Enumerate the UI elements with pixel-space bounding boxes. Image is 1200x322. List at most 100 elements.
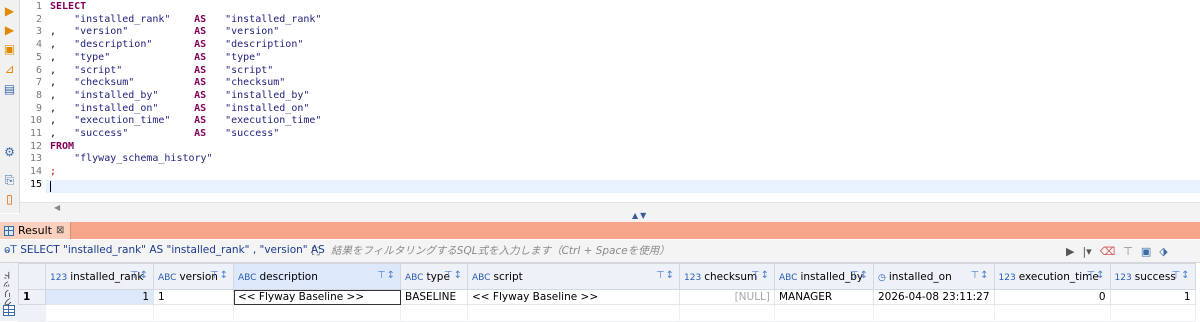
empty-cell: [873, 304, 995, 322]
table-cell[interactable]: << Flyway Baseline >>: [233, 289, 401, 305]
code-token: ,: [50, 77, 75, 89]
scroll-left-icon[interactable]: ◀: [54, 203, 60, 212]
settings-icon[interactable]: ⚙: [3, 146, 16, 159]
sort-filter-icon[interactable]: ⊤↕: [210, 270, 229, 281]
line-number: 6: [35, 64, 42, 76]
save-filter-icon[interactable]: ▣: [1141, 245, 1151, 258]
line-number: 10: [29, 115, 42, 127]
column-type-icon: 123: [684, 272, 702, 283]
code-line: , "installed_on" AS "installed_on": [50, 103, 309, 116]
column-type-icon: ABC: [238, 272, 257, 283]
column-alias: "success": [225, 128, 280, 139]
column-header-execution-time[interactable]: 123 execution_time ⊤↕: [993, 263, 1111, 290]
column-header-success[interactable]: 123 success ⊤↕: [1109, 263, 1196, 290]
code-line: "installed_rank" AS "installed_rank": [50, 14, 321, 27]
close-icon[interactable]: ⊠: [56, 225, 64, 236]
splitter-toggle-icon[interactable]: ▲▼: [632, 211, 648, 220]
query-text[interactable]: ⱺT SELECT "installed_rank" AS "installed…: [4, 244, 376, 256]
column-header-installed-by[interactable]: ABC installed_by ⊤↕: [774, 263, 874, 290]
grid-view-icon[interactable]: [3, 305, 15, 316]
table-cell[interactable]: << Flyway Baseline >>: [467, 289, 680, 305]
table-row[interactable]: 1 1 1 << Flyway Baseline >> BASELINE << Flywa…: [18, 289, 1196, 305]
table-corner[interactable]: [18, 263, 46, 290]
table-cell[interactable]: 1: [1109, 289, 1196, 305]
erase-filter-icon[interactable]: ⌫: [1100, 245, 1116, 258]
table-cell[interactable]: MANAGER: [774, 289, 874, 305]
sort-filter-icon[interactable]: ⊤↕: [850, 270, 869, 281]
empty-cell: [400, 304, 468, 322]
sql-editor[interactable]: 1 2 3 4 5 6 7 8 9 10 11 12 13 14 15 SELECT "installed_…: [20, 0, 1200, 200]
sort-filter-icon[interactable]: ⊤↕: [656, 270, 675, 281]
line-number: 7: [35, 77, 42, 89]
load-script-icon[interactable]: ▤: [3, 83, 16, 96]
history-dropdown-icon[interactable]: |▾: [1082, 245, 1091, 258]
code-token: ,: [50, 115, 75, 127]
column-header-script[interactable]: ABC script ⊤↕: [467, 263, 680, 290]
empty-cell: [45, 304, 154, 322]
column-alias: "installed_by": [225, 89, 310, 101]
code-line: ;: [50, 166, 56, 179]
column-header-label: success: [1134, 270, 1176, 283]
import-icon[interactable]: ▯: [3, 193, 16, 206]
table-cell[interactable]: 1: [153, 289, 234, 305]
column-type-icon: 123: [998, 272, 1016, 283]
sort-filter-icon[interactable]: ⊤↕: [1086, 270, 1105, 281]
table-cell[interactable]: 2026-04-08 23:11:27: [873, 289, 995, 305]
sort-filter-icon[interactable]: ⊤↕: [1171, 270, 1190, 281]
grid-view-label[interactable]: グリッド: [2, 271, 15, 307]
column-alias: "script": [225, 64, 274, 76]
as-keyword: AS: [194, 89, 207, 101]
line-number: 5: [35, 51, 42, 63]
sort-filter-icon[interactable]: ⊤↕: [970, 270, 989, 281]
code-line: , "success" AS "success": [50, 128, 279, 141]
line-number: 2: [35, 13, 42, 25]
column-header-installed-on[interactable]: ◷ installed_on ⊤↕: [873, 263, 995, 290]
empty-cell: [233, 304, 401, 322]
table-cell[interactable]: 0: [993, 289, 1111, 305]
execute-new-tab-icon[interactable]: ▣: [3, 43, 16, 56]
export-icon[interactable]: ⎘: [3, 174, 16, 187]
execute-statement-icon[interactable]: ▶: [3, 5, 16, 18]
code-token: ,: [50, 128, 75, 139]
sort-filter-icon[interactable]: ⊤↕: [751, 270, 770, 281]
sort-filter-icon[interactable]: ⊤↕: [444, 270, 463, 281]
apply-filter-icon[interactable]: ▶: [1066, 245, 1074, 258]
panel-options-icon[interactable]: ⬗: [1159, 245, 1167, 258]
row-number[interactable]: 1: [18, 289, 46, 305]
panel-splitter[interactable]: ▲▼: [0, 211, 1200, 222]
code-token: ,: [50, 39, 75, 51]
expand-icon[interactable]: ⛶: [312, 245, 320, 259]
filter-input[interactable]: [327, 241, 1062, 260]
column-header-label: installed_on: [888, 270, 952, 283]
filter-bar: ⱺT SELECT "installed_rank" AS "installed…: [0, 240, 1200, 263]
line-number-gutter: 1 2 3 4 5 6 7 8 9 10 11 12 13 14 15: [20, 0, 46, 200]
column-header-description[interactable]: ABC description ⊤↕: [233, 263, 401, 290]
column-header-type[interactable]: ABC type ⊤↕: [400, 263, 468, 290]
column-header-installed-rank[interactable]: 123 installed_rank ⊤↕: [45, 263, 154, 290]
sort-filter-icon[interactable]: ⊤↕: [377, 270, 396, 281]
table-cell[interactable]: [NULL]: [679, 289, 775, 305]
line-number: 4: [35, 39, 42, 51]
table-cell[interactable]: 1: [45, 289, 154, 305]
line-number: 15: [29, 178, 42, 190]
empty-cell: [18, 304, 46, 322]
as-keyword: AS: [194, 39, 207, 51]
column-type-icon: 123: [50, 272, 68, 283]
sort-filter-icon[interactable]: ⊤↕: [130, 270, 149, 281]
code-token: ,: [50, 26, 75, 38]
as-keyword: AS: [194, 13, 207, 25]
filter-settings-icon[interactable]: ⊤: [1123, 245, 1133, 258]
execute-script-icon[interactable]: ▶: [3, 24, 16, 37]
explain-plan-icon[interactable]: ⊿: [3, 63, 16, 76]
column-header-checksum[interactable]: 123 checksum ⊤↕: [679, 263, 775, 290]
column-alias: "installed_on": [225, 102, 310, 114]
sql-icon: ⱺT: [4, 244, 17, 256]
as-keyword: AS: [194, 102, 207, 114]
grid-icon: [4, 225, 14, 236]
column-type-icon: ABC: [472, 272, 491, 283]
column-header-version[interactable]: ABC version ⊤↕: [153, 263, 234, 290]
column-identifier: "flyway_schema_history": [74, 153, 213, 165]
table-cell[interactable]: BASELINE: [400, 289, 468, 305]
tab-result[interactable]: Result ⊠: [0, 222, 72, 239]
